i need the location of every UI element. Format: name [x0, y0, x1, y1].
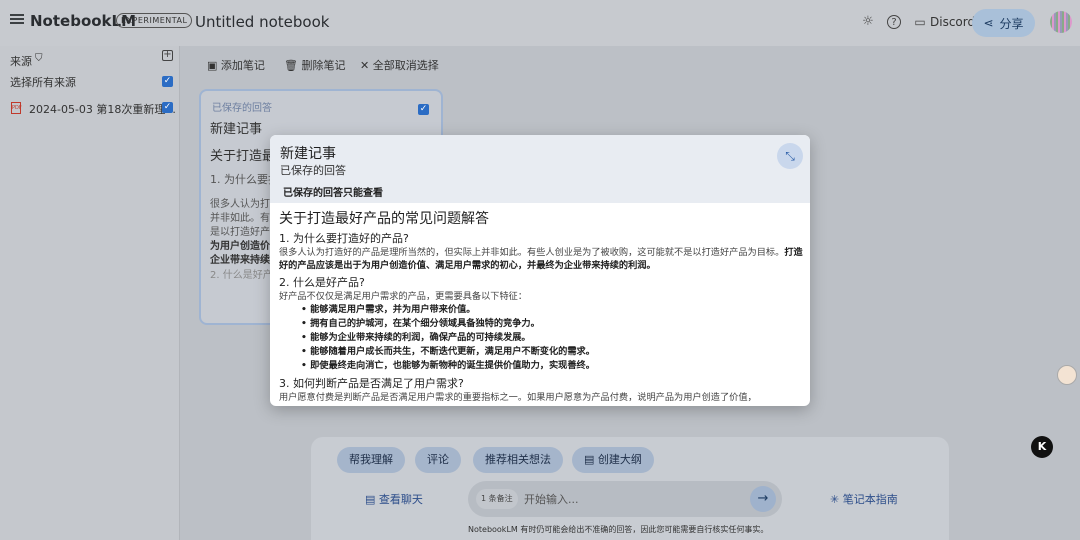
shield-icon: ⛉: [35, 53, 43, 64]
note-line: 很多人认为打: [210, 199, 270, 210]
bullet-item: 拥有自己的护城河，在某个细分领域具备独特的竞争力。: [279, 317, 804, 331]
modal-subtitle: 已保存的回答: [280, 164, 346, 177]
select-all-label: 选择所有来源: [10, 76, 76, 89]
note-line: 并非如此。有: [210, 213, 270, 224]
modal-title: 新建记事: [280, 146, 336, 162]
select-all-checkbox[interactable]: ✓: [162, 76, 173, 87]
question-1: 1. 为什么要打造好的产品?: [279, 232, 409, 245]
content-heading: 关于打造最好产品的常见问题解答: [279, 211, 489, 227]
bullet-item: 能够为企业带来持续的利润，确保产品的可持续发展。: [279, 331, 804, 345]
add-source-icon[interactable]: +: [162, 50, 173, 61]
delete-note-button[interactable]: 🗑 删除笔记: [284, 57, 345, 73]
delete-note-label: 删除笔记: [301, 59, 346, 72]
deselect-all-label: 全部取消选择: [372, 59, 439, 72]
note-checkbox[interactable]: ✓: [418, 104, 429, 115]
notebook-guide-button[interactable]: ✳ 笔记本指南: [830, 491, 898, 507]
note-modal: 新建记事 已保存的回答 已保存的回答只能查看 ⤡ 关于打造最好产品的常见问题解答…: [270, 135, 810, 406]
chip-help-understand[interactable]: 帮我理解: [337, 447, 405, 473]
menu-icon[interactable]: [10, 12, 24, 26]
source-checkbox[interactable]: ✓: [162, 102, 173, 113]
discord-icon[interactable]: ▭: [912, 14, 928, 30]
bullet-item: 能够满足用户需求，并为用户带来价值。: [279, 303, 804, 317]
outline-icon: ▤: [584, 453, 598, 466]
notebook-title[interactable]: Untitled notebook: [195, 13, 329, 31]
chip-create-outline[interactable]: ▤ 创建大纲: [572, 447, 654, 473]
chip-create-outline-label: 创建大纲: [597, 453, 642, 466]
theme-icon[interactable]: ☼: [860, 14, 876, 30]
chip-comment[interactable]: 评论: [415, 447, 461, 473]
note-line: 是以打造好产: [210, 227, 270, 238]
chat-input-container: 1 条备注 开始输入... →: [468, 481, 782, 517]
top-bar: NotebookLM EXPERIMENTAL Untitled noteboo…: [0, 0, 1080, 46]
answer-2-intro: 好产品不仅仅是满足用户需求的产品，更需要具备以下特征：: [279, 291, 528, 302]
pdf-icon: PDF: [11, 102, 22, 114]
sources-label: 来源: [10, 55, 32, 68]
note-heading: 关于打造最: [210, 149, 276, 164]
chat-input[interactable]: 开始输入...: [524, 491, 579, 507]
share-icon: ⋖: [983, 16, 994, 30]
collapse-icon[interactable]: ⤡: [777, 143, 803, 169]
question-3: 3. 如何判断产品是否满足了用户需求?: [279, 377, 464, 390]
disclaimer-text: NotebookLM 有时仍可能会给出不准确的回答，因此您可能需要自行核实任何事…: [468, 525, 769, 534]
notebook-guide-label: 笔记本指南: [842, 493, 898, 506]
note-line: 企业带来持续: [210, 255, 270, 266]
note-title: 新建记事: [210, 122, 263, 137]
chat-icon: ▤: [365, 493, 379, 506]
answer-1: 很多人认为打造好的产品是理所当然的，但实际上并非如此。有些人创业是为了被收购，这…: [279, 246, 804, 272]
answer-3: 用户愿意付费是判断产品是否满足用户需求的重要指标之一。如果用户愿意为产品付费，说…: [279, 392, 757, 403]
note-saved-label: 已保存的回答: [212, 103, 272, 114]
answer-1-text: 很多人认为打造好的产品是理所当然的，但实际上并非如此。有些人创业是为了被收购，这…: [279, 247, 785, 258]
floating-avatar[interactable]: [1057, 365, 1077, 385]
bullet-item: 即使最终走向消亡，也能够为新物种的诞生提供价值助力，实现善终。: [279, 359, 804, 373]
modal-body: 关于打造最好产品的常见问题解答 1. 为什么要打造好的产品? 很多人认为打造好的…: [279, 208, 804, 404]
note-line: 为用户创造价: [210, 241, 270, 252]
note-q1: 1. 为什么要打: [210, 173, 279, 186]
floating-k-icon[interactable]: K: [1031, 436, 1053, 458]
account-avatar[interactable]: [1050, 11, 1072, 33]
send-button[interactable]: →: [750, 486, 776, 512]
readonly-notice: 已保存的回答只能查看: [283, 188, 383, 199]
modal-header: 新建记事 已保存的回答 已保存的回答只能查看 ⤡: [270, 135, 810, 203]
view-chat-label: 查看聊天: [378, 493, 423, 506]
sources-sidebar: 来源 ⛉ + 选择所有来源 ✓ PDF 2024-05-03 第18次重新理..…: [0, 46, 180, 540]
share-button[interactable]: ⋖ 分享: [972, 9, 1035, 37]
bullet-item: 能够随着用户成长而共生，不断迭代更新，满足用户不断变化的需求。: [279, 345, 804, 359]
question-2: 2. 什么是好产品?: [279, 276, 365, 289]
source-item[interactable]: 2024-05-03 第18次重新理...: [29, 101, 176, 117]
experimental-badge: EXPERIMENTAL: [116, 13, 193, 28]
discord-link[interactable]: Discord: [930, 15, 975, 29]
source-count-badge: 1 条备注: [476, 489, 518, 509]
view-chat-button[interactable]: ▤ 查看聊天: [365, 491, 423, 507]
help-icon[interactable]: ?: [887, 15, 901, 29]
share-label: 分享: [999, 16, 1024, 31]
add-note-button[interactable]: ▣ 添加笔记: [207, 57, 265, 73]
chat-panel: 帮我理解 评论 推荐相关想法 ▤ 创建大纲 ▤ 查看聊天 1 条备注 开始输入.…: [311, 437, 949, 540]
note-q2: 2. 什么是好产: [210, 270, 273, 281]
chip-suggest-ideas[interactable]: 推荐相关想法: [473, 447, 563, 473]
add-note-label: 添加笔记: [220, 59, 265, 72]
deselect-all-button[interactable]: ✕ 全部取消选择: [360, 57, 439, 73]
sparkle-icon: ✳: [830, 493, 843, 506]
